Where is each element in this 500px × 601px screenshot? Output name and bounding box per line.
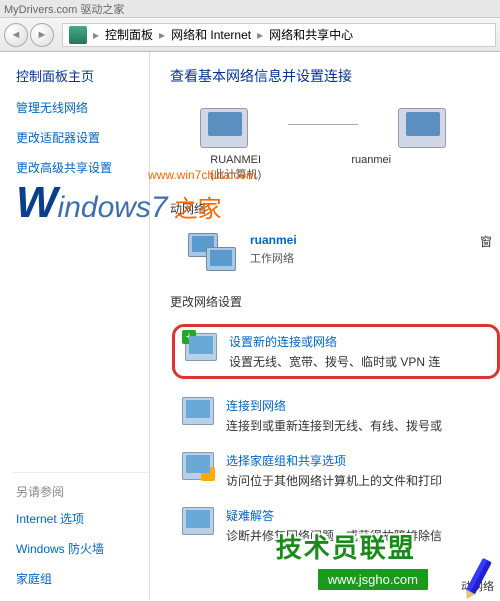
action-homegroup[interactable]: 选择家庭组和共享选项 访问位于其他网络计算机上的文件和打印 bbox=[170, 452, 500, 489]
sidebar-link-internet-options[interactable]: Internet 选项 bbox=[16, 510, 149, 527]
connection-line bbox=[288, 124, 358, 125]
computer-icon bbox=[200, 108, 248, 148]
chevron-right-icon: ▸ bbox=[255, 28, 265, 42]
control-panel-icon bbox=[69, 26, 87, 44]
sidebar-link-adapter[interactable]: 更改适配器设置 bbox=[16, 129, 149, 146]
window-titlebar: MyDrivers.com 驱动之家 bbox=[0, 0, 500, 18]
footer-watermark-text: 技术员联盟 bbox=[276, 528, 430, 565]
action-title: 设置新的连接或网络 bbox=[229, 333, 440, 350]
device-name: ruanmei bbox=[351, 154, 391, 166]
change-settings-header: 更改网络设置 bbox=[170, 293, 500, 310]
pencil-icon bbox=[456, 556, 496, 596]
action-connect-network[interactable]: 连接到网络 连接到或重新连接到无线、有线、拨号或 bbox=[170, 397, 500, 434]
navigation-bar: ◄ ► ▸ 控制面板 ▸ 网络和 Internet ▸ 网络和共享中心 bbox=[0, 18, 500, 52]
action-title: 连接到网络 bbox=[226, 397, 442, 414]
footer-watermark-url: www.jsgho.com bbox=[316, 567, 430, 592]
action-desc: 访问位于其他网络计算机上的文件和打印 bbox=[226, 472, 442, 489]
homegroup-icon bbox=[182, 452, 214, 480]
forward-button[interactable]: ► bbox=[30, 23, 54, 47]
view-active-label: 动网络 bbox=[170, 202, 236, 216]
breadcrumb-item[interactable]: 网络和共享中心 bbox=[265, 26, 357, 43]
sidebar-title: 控制面板主页 bbox=[16, 66, 149, 85]
action-new-connection[interactable]: + 设置新的连接或网络 设置无线、宽带、拨号、临时或 VPN 连 bbox=[172, 324, 500, 379]
truncated-text: 窗 bbox=[480, 233, 500, 273]
device-name: RUANMEI bbox=[210, 154, 261, 166]
sidebar-link-homegroup[interactable]: 家庭组 bbox=[16, 570, 149, 587]
connect-icon bbox=[182, 397, 214, 425]
plus-icon: + bbox=[182, 330, 196, 344]
network-name-link[interactable]: ruanmei bbox=[250, 233, 297, 247]
troubleshoot-icon bbox=[182, 507, 214, 535]
breadcrumb-item[interactable]: 网络和 Internet bbox=[167, 26, 255, 43]
active-network: ruanmei 工作网络 窗 bbox=[188, 233, 500, 273]
network-device-icon bbox=[398, 108, 446, 148]
action-desc: 设置无线、宽带、拨号、临时或 VPN 连 bbox=[229, 353, 440, 370]
network-icon bbox=[188, 233, 238, 273]
sidebar-link-firewall[interactable]: Windows 防火墙 bbox=[16, 540, 149, 557]
network-map bbox=[170, 108, 500, 148]
sidebar-link-wireless[interactable]: 管理无线网络 bbox=[16, 99, 149, 116]
new-connection-icon: + bbox=[185, 333, 217, 361]
chevron-right-icon: ▸ bbox=[91, 28, 101, 42]
see-also-label: 另请参阅 bbox=[16, 483, 149, 500]
page-title: 查看基本网络信息并设置连接 bbox=[170, 66, 500, 86]
home-icon bbox=[201, 467, 215, 481]
breadcrumb[interactable]: ▸ 控制面板 ▸ 网络和 Internet ▸ 网络和共享中心 bbox=[62, 23, 496, 47]
sidebar-link-sharing[interactable]: 更改高级共享设置 bbox=[16, 159, 149, 176]
breadcrumb-item[interactable]: 控制面板 bbox=[101, 26, 157, 43]
chevron-right-icon: ▸ bbox=[157, 28, 167, 42]
sidebar: 控制面板主页 管理无线网络 更改适配器设置 更改高级共享设置 另请参阅 Inte… bbox=[0, 52, 150, 600]
action-desc: 连接到或重新连接到无线、有线、拨号或 bbox=[226, 417, 442, 434]
network-type: 工作网络 bbox=[250, 250, 297, 266]
action-title: 选择家庭组和共享选项 bbox=[226, 452, 442, 469]
action-title: 疑难解答 bbox=[226, 507, 442, 524]
back-button[interactable]: ◄ bbox=[4, 23, 28, 47]
watermark-url: www.win7china.com bbox=[148, 168, 256, 182]
main-panel: 查看基本网络信息并设置连接 RUANMEI (此计算机) ruanmei 动网络 bbox=[150, 52, 500, 600]
footer-watermark: 技术员联盟 www.jsgho.com bbox=[276, 528, 430, 592]
